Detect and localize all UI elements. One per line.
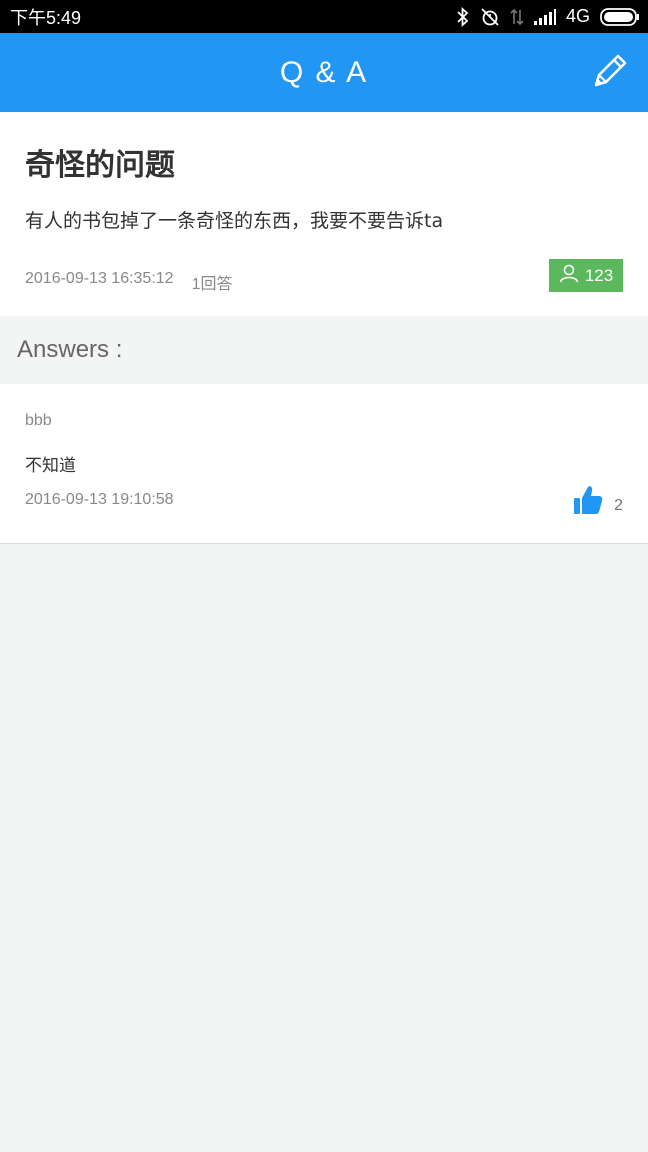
network-type: 4G [565, 6, 590, 26]
bluetooth-icon [456, 6, 470, 27]
app-bar: Q & A [0, 33, 648, 112]
answers-title: Answers : [17, 336, 123, 363]
page-title: Q & A [279, 55, 369, 89]
question-body: 有人的书包掉了一条奇怪的东西，我要不要告诉ta [25, 210, 444, 232]
question-title: 奇怪的问题 [25, 148, 175, 183]
battery-icon [600, 7, 640, 26]
answer-timestamp: 2016-09-13 19:10:58 [25, 491, 174, 508]
answers-header: Answers : [0, 316, 648, 384]
like-count: 2 [614, 497, 623, 514]
question-timestamp: 2016-09-13 16:35:12 [25, 270, 174, 287]
answer-count: 1回答 [191, 276, 233, 293]
pencil-icon [590, 51, 630, 95]
list-item: bbb 不知道 2016-09-13 19:10:58 2 [0, 384, 648, 544]
answer-author: bbb [25, 412, 52, 429]
new-question-button[interactable] [588, 51, 632, 95]
view-count-badge: 123 [549, 259, 623, 292]
thumbs-up-icon [573, 484, 603, 520]
like-button[interactable] [572, 485, 604, 519]
question-meta: 2016-09-13 16:35:12 1回答 [25, 270, 232, 294]
question-card: 奇怪的问题 有人的书包掉了一条奇怪的东西，我要不要告诉ta 2016-09-13… [0, 112, 648, 316]
alarm-off-icon [480, 7, 500, 27]
view-count: 123 [584, 265, 614, 285]
signal-icon [533, 8, 556, 25]
status-time: 下午5:49 [10, 7, 82, 28]
data-transfer-icon [510, 7, 524, 27]
status-icons: 4G [456, 6, 640, 27]
user-icon [559, 263, 579, 288]
answer-content: 不知道 [25, 456, 76, 476]
status-bar: 下午5:49 4G [0, 0, 648, 33]
